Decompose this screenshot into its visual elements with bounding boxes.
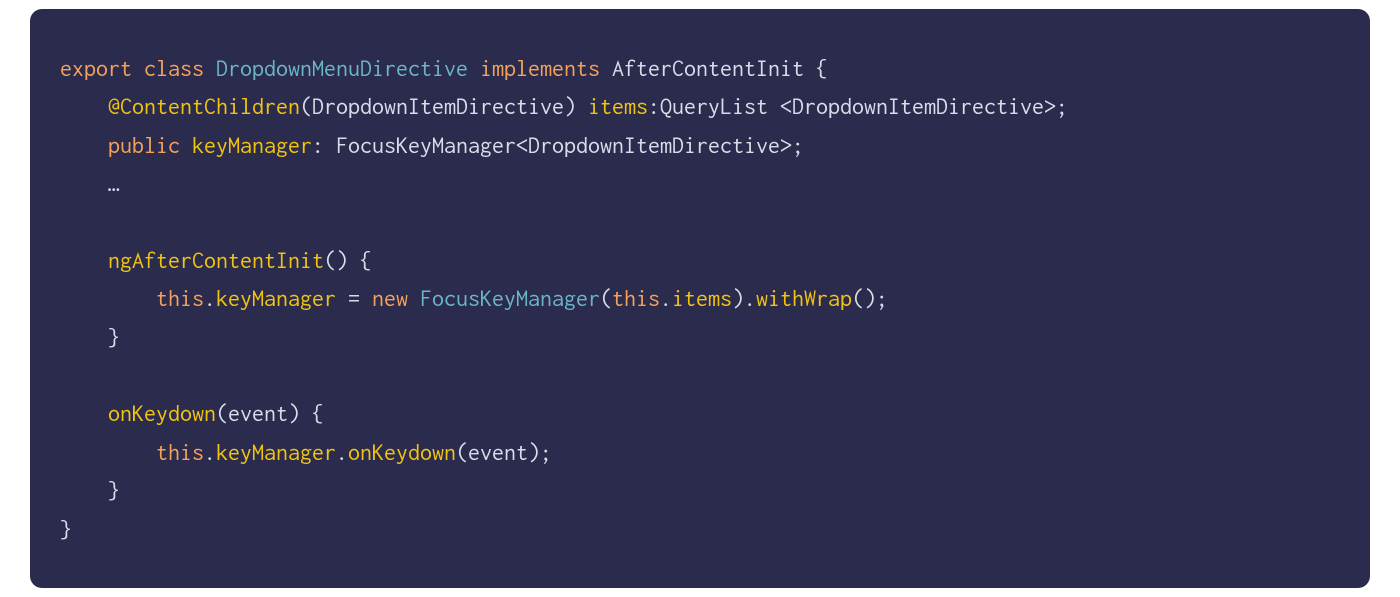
lparen: ( [456, 439, 468, 465]
rparen: ) [288, 400, 300, 426]
code-line-2: @ContentChildren(DropdownItemDirective) … [60, 93, 1068, 119]
code-line-3: public keyManager: FocusKeyManager<Dropd… [60, 132, 804, 158]
lt: < [516, 132, 528, 158]
code-line-1: export class DropdownMenuDirective imple… [60, 55, 828, 81]
keyword-class: class [144, 55, 204, 81]
decorator: @ContentChildren [108, 93, 300, 119]
decorator-arg: DropdownItemDirective [312, 93, 564, 119]
property-keymanager: keyManager [216, 285, 336, 311]
param-event: event [468, 439, 528, 465]
brace-open: { [816, 55, 828, 81]
keyword-new: new [372, 285, 408, 311]
indent [60, 132, 108, 158]
dot: . [204, 439, 216, 465]
code-line-8: } [60, 324, 120, 350]
lparen: ( [600, 285, 612, 311]
code-line-6: ngAfterContentInit() { [60, 247, 372, 273]
keyword-public: public [108, 132, 180, 158]
property-items: items [588, 93, 648, 119]
keyword-this: this [156, 285, 204, 311]
parens: () [324, 247, 348, 273]
space [768, 93, 780, 119]
gt: > [780, 132, 792, 158]
method-onkeydown-call: onKeydown [348, 439, 456, 465]
code-line-11: this.keyManager.onKeydown(event); [60, 439, 552, 465]
type-focuskeymanager: FocusKeyManager [336, 132, 516, 158]
semi: ; [876, 285, 888, 311]
constructor-focuskeymanager: FocusKeyManager [420, 285, 600, 311]
code-block: export class DropdownMenuDirective imple… [30, 9, 1370, 588]
dot: . [204, 285, 216, 311]
code-line-4: … [60, 170, 120, 196]
keyword-this: this [156, 439, 204, 465]
keyword-implements: implements [480, 55, 600, 81]
class-name: DropdownMenuDirective [216, 55, 468, 81]
property-keymanager: keyManager [216, 439, 336, 465]
keyword-export: export [60, 55, 132, 81]
method-ngaftercontentinit: ngAfterContentInit [108, 247, 324, 273]
indent [60, 400, 108, 426]
semi: ; [1056, 93, 1068, 119]
method-onkeydown: onKeydown [108, 400, 216, 426]
indent [60, 324, 108, 350]
code-line-12: } [60, 477, 120, 503]
dot: . [744, 285, 756, 311]
generic-type: DropdownItemDirective [528, 132, 780, 158]
type-querylist: QueryList [660, 93, 768, 119]
rparen: ) [732, 285, 744, 311]
indent [60, 285, 156, 311]
method-withwrap: withWrap [756, 285, 852, 311]
brace-close: } [108, 477, 120, 503]
property-items: items [672, 285, 732, 311]
brace-open: { [312, 400, 324, 426]
colon: : [648, 93, 660, 119]
eq: = [336, 285, 372, 311]
indent [60, 439, 156, 465]
rparen: ) [528, 439, 540, 465]
lt: < [780, 93, 792, 119]
property-keymanager: keyManager [192, 132, 312, 158]
gt: > [1044, 93, 1056, 119]
indent [60, 247, 108, 273]
code-line-13: } [60, 516, 72, 542]
parens: () [852, 285, 876, 311]
code-line-7: this.keyManager = new FocusKeyManager(th… [60, 285, 888, 311]
interface-name: AfterContentInit [612, 55, 804, 81]
keyword-this: this [612, 285, 660, 311]
param-event: event [228, 400, 288, 426]
indent [60, 170, 108, 196]
brace-close: } [60, 516, 72, 542]
lparen: ( [300, 93, 312, 119]
brace-open: { [360, 247, 372, 273]
dot: . [336, 439, 348, 465]
generic-type: DropdownItemDirective [792, 93, 1044, 119]
semi: ; [540, 439, 552, 465]
rparen: ) [564, 93, 576, 119]
lparen: ( [216, 400, 228, 426]
brace-close: } [108, 324, 120, 350]
code-line-10: onKeydown(event) { [60, 400, 324, 426]
indent [60, 477, 108, 503]
dot: . [660, 285, 672, 311]
semi: ; [792, 132, 804, 158]
ellipsis: … [108, 170, 120, 196]
indent [60, 93, 108, 119]
colon: : [312, 132, 324, 158]
